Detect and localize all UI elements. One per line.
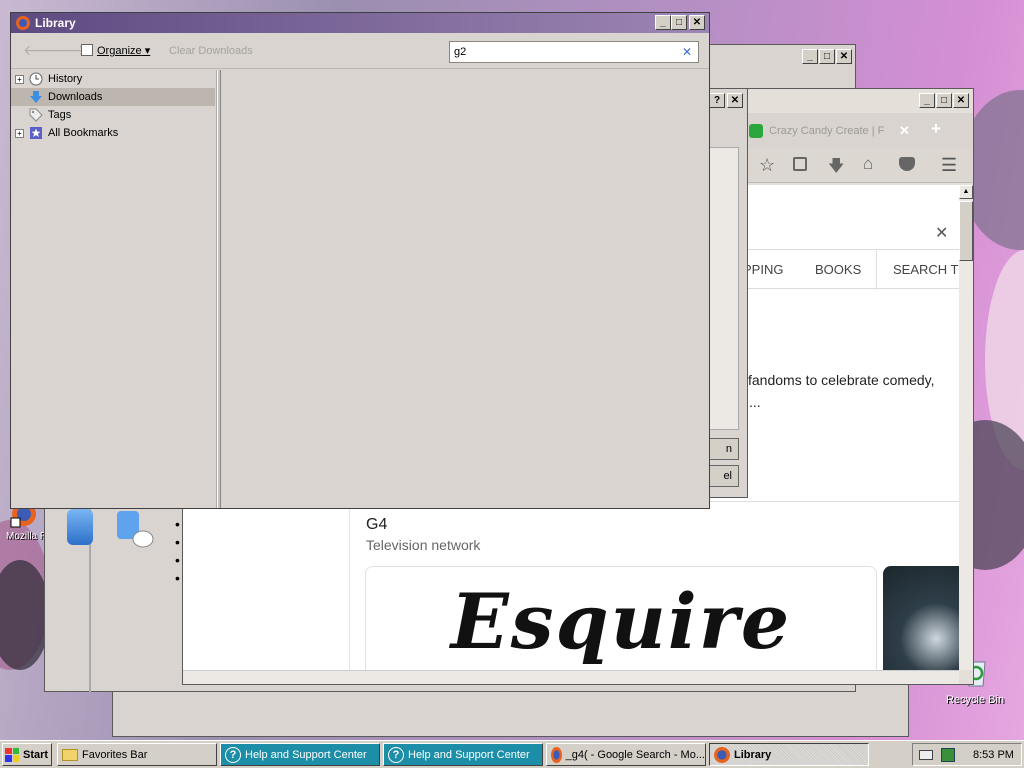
library-window: Library _ □ ✕ 🡐 🡒 Organize ▾ Clear Downl… — [10, 12, 710, 509]
tab-search-tools[interactable]: SEARCH TO — [893, 262, 959, 277]
dialog-content-panel — [709, 147, 739, 430]
dialog-button-2[interactable]: el — [707, 465, 739, 487]
esquire-logo-image[interactable]: Esquire — [365, 566, 877, 670]
tree-label: Downloads — [48, 91, 103, 103]
home-icon[interactable]: ⌂ — [863, 154, 873, 174]
minimize-button[interactable]: _ — [919, 93, 935, 108]
close-button[interactable]: ✕ — [727, 93, 743, 108]
start-label: Start — [23, 748, 49, 761]
maximize-button[interactable]: □ — [671, 15, 687, 30]
result-snippet: l fandoms to celebrate comedy, — [741, 372, 935, 388]
search-clear-icon[interactable]: ✕ — [935, 223, 948, 243]
help-icon: ? — [388, 746, 404, 763]
taskbar-button-help-1[interactable]: ? Help and Support Center — [220, 743, 380, 766]
tab-favicon-icon — [749, 124, 763, 138]
organize-menu-button[interactable]: Organize ▾ — [97, 44, 150, 57]
taskbar-label: Help and Support Center — [408, 748, 530, 761]
tree-item-all-bookmarks[interactable]: + All Bookmarks — [11, 124, 211, 142]
tree-item-history[interactable]: + History — [11, 70, 211, 88]
close-button[interactable]: ✕ — [836, 49, 852, 64]
help-icon: ? — [225, 746, 241, 763]
knowledge-title: G4 — [366, 516, 388, 533]
menu-hamburger-icon[interactable]: ☰ — [941, 155, 957, 176]
dialog-window: ? ✕ n el — [706, 88, 748, 498]
taskbar-button-firefox[interactable]: _g4( - Google Search - Mo... — [546, 743, 706, 766]
taskbar-button-favorites[interactable]: Favorites Bar — [57, 743, 217, 766]
downloads-icon[interactable]: 🡇 — [828, 155, 844, 182]
network-icon[interactable] — [941, 747, 955, 762]
horizontal-scrollbar[interactable] — [183, 670, 959, 684]
tab-shopping[interactable]: PPING — [743, 262, 783, 277]
dialog-button-1[interactable]: n — [707, 438, 739, 460]
desktop-icon-label: Recycle Bin — [946, 694, 1005, 706]
clear-downloads-button[interactable]: Clear Downloads — [169, 45, 253, 57]
vertical-scrollbar[interactable]: ▲ — [959, 185, 973, 670]
bullet-list: • • • • — [175, 516, 180, 586]
minimize-button[interactable]: _ — [655, 15, 671, 30]
pocket-icon[interactable] — [899, 157, 915, 171]
firefox-icon — [714, 746, 730, 763]
thumbnail-image[interactable] — [883, 566, 959, 670]
downloads-list — [221, 70, 709, 508]
start-button[interactable]: Start — [2, 743, 52, 766]
search-field[interactable]: g2 ✕ — [449, 41, 699, 63]
expand-toggle[interactable]: + — [15, 74, 24, 84]
expand-toggle[interactable]: + — [15, 128, 24, 138]
keyboard-icon[interactable] — [919, 749, 933, 760]
tree-item-downloads[interactable]: Downloads — [11, 88, 215, 106]
reading-list-icon[interactable] — [793, 157, 807, 171]
clock-icon — [28, 71, 44, 87]
knowledge-subtitle: Television network — [366, 537, 481, 553]
minimize-button[interactable]: _ — [802, 49, 818, 64]
close-button[interactable]: ✕ — [953, 93, 969, 108]
tree-label: History — [48, 73, 83, 85]
firefox-icon — [551, 746, 562, 763]
tree-item-tags[interactable]: Tags — [11, 106, 211, 124]
library-titlebar[interactable]: Library _ □ ✕ — [11, 13, 709, 33]
star-icon — [28, 125, 44, 141]
tag-icon — [28, 107, 44, 123]
logo-text: Esquire — [450, 576, 792, 666]
new-tab-icon[interactable]: + — [931, 119, 941, 139]
computer-icon — [67, 509, 93, 545]
tree-label: All Bookmarks — [48, 127, 119, 139]
firefox-icon — [16, 16, 30, 30]
taskbar-label: _g4( - Google Search - Mo... — [565, 748, 705, 761]
maximize-button[interactable]: □ — [819, 49, 835, 64]
browser-tab[interactable]: Crazy Candy Create | F — [749, 117, 889, 145]
desktop-icon-label: Mozilla F — [6, 531, 47, 542]
places-tree: + History Downloads Tags + All Bookmarks — [11, 70, 217, 508]
computer-mouse-icon — [115, 509, 155, 549]
library-title: Library — [35, 16, 76, 30]
library-toolbar: 🡐 🡒 Organize ▾ Clear Downloads g2 ✕ — [11, 33, 709, 69]
sidebar-divider — [349, 501, 350, 670]
download-arrow-icon — [28, 89, 44, 105]
result-snippet-2: ... — [749, 394, 761, 410]
search-input[interactable]: g2 — [454, 46, 466, 58]
desktop: Mozilla F Recycle Bin _ □ ✕ • • • • _ □ ✕ C… — [0, 0, 1024, 740]
help-button[interactable]: ? — [709, 93, 725, 108]
taskbar-label: Favorites Bar — [82, 748, 148, 761]
close-button[interactable]: ✕ — [689, 15, 705, 30]
close-tab-icon[interactable]: ✕ — [899, 123, 910, 139]
scrollbar-thumb[interactable] — [959, 201, 973, 261]
search-clear-icon[interactable]: ✕ — [682, 45, 692, 59]
folder-icon — [62, 748, 78, 761]
taskbar-label: Library — [734, 748, 772, 761]
tree-label: Tags — [48, 109, 72, 121]
bookmark-star-icon[interactable]: ☆ — [759, 155, 775, 176]
taskbar: Start Favorites Bar ? Help and Support C… — [0, 740, 1024, 768]
clock[interactable]: 8:53 PM — [973, 749, 1014, 761]
taskbar-button-library[interactable]: Library — [709, 743, 869, 766]
windows-logo-icon — [5, 747, 19, 762]
tab-books[interactable]: BOOKS — [815, 262, 861, 277]
organize-icon — [81, 44, 93, 56]
maximize-button[interactable]: □ — [936, 93, 952, 108]
taskbar-label: Help and Support Center — [245, 748, 367, 761]
taskbar-button-help-2[interactable]: ? Help and Support Center — [383, 743, 543, 766]
system-tray: 8:53 PM — [912, 743, 1022, 766]
tab-title: Crazy Candy Create | F — [769, 125, 885, 137]
